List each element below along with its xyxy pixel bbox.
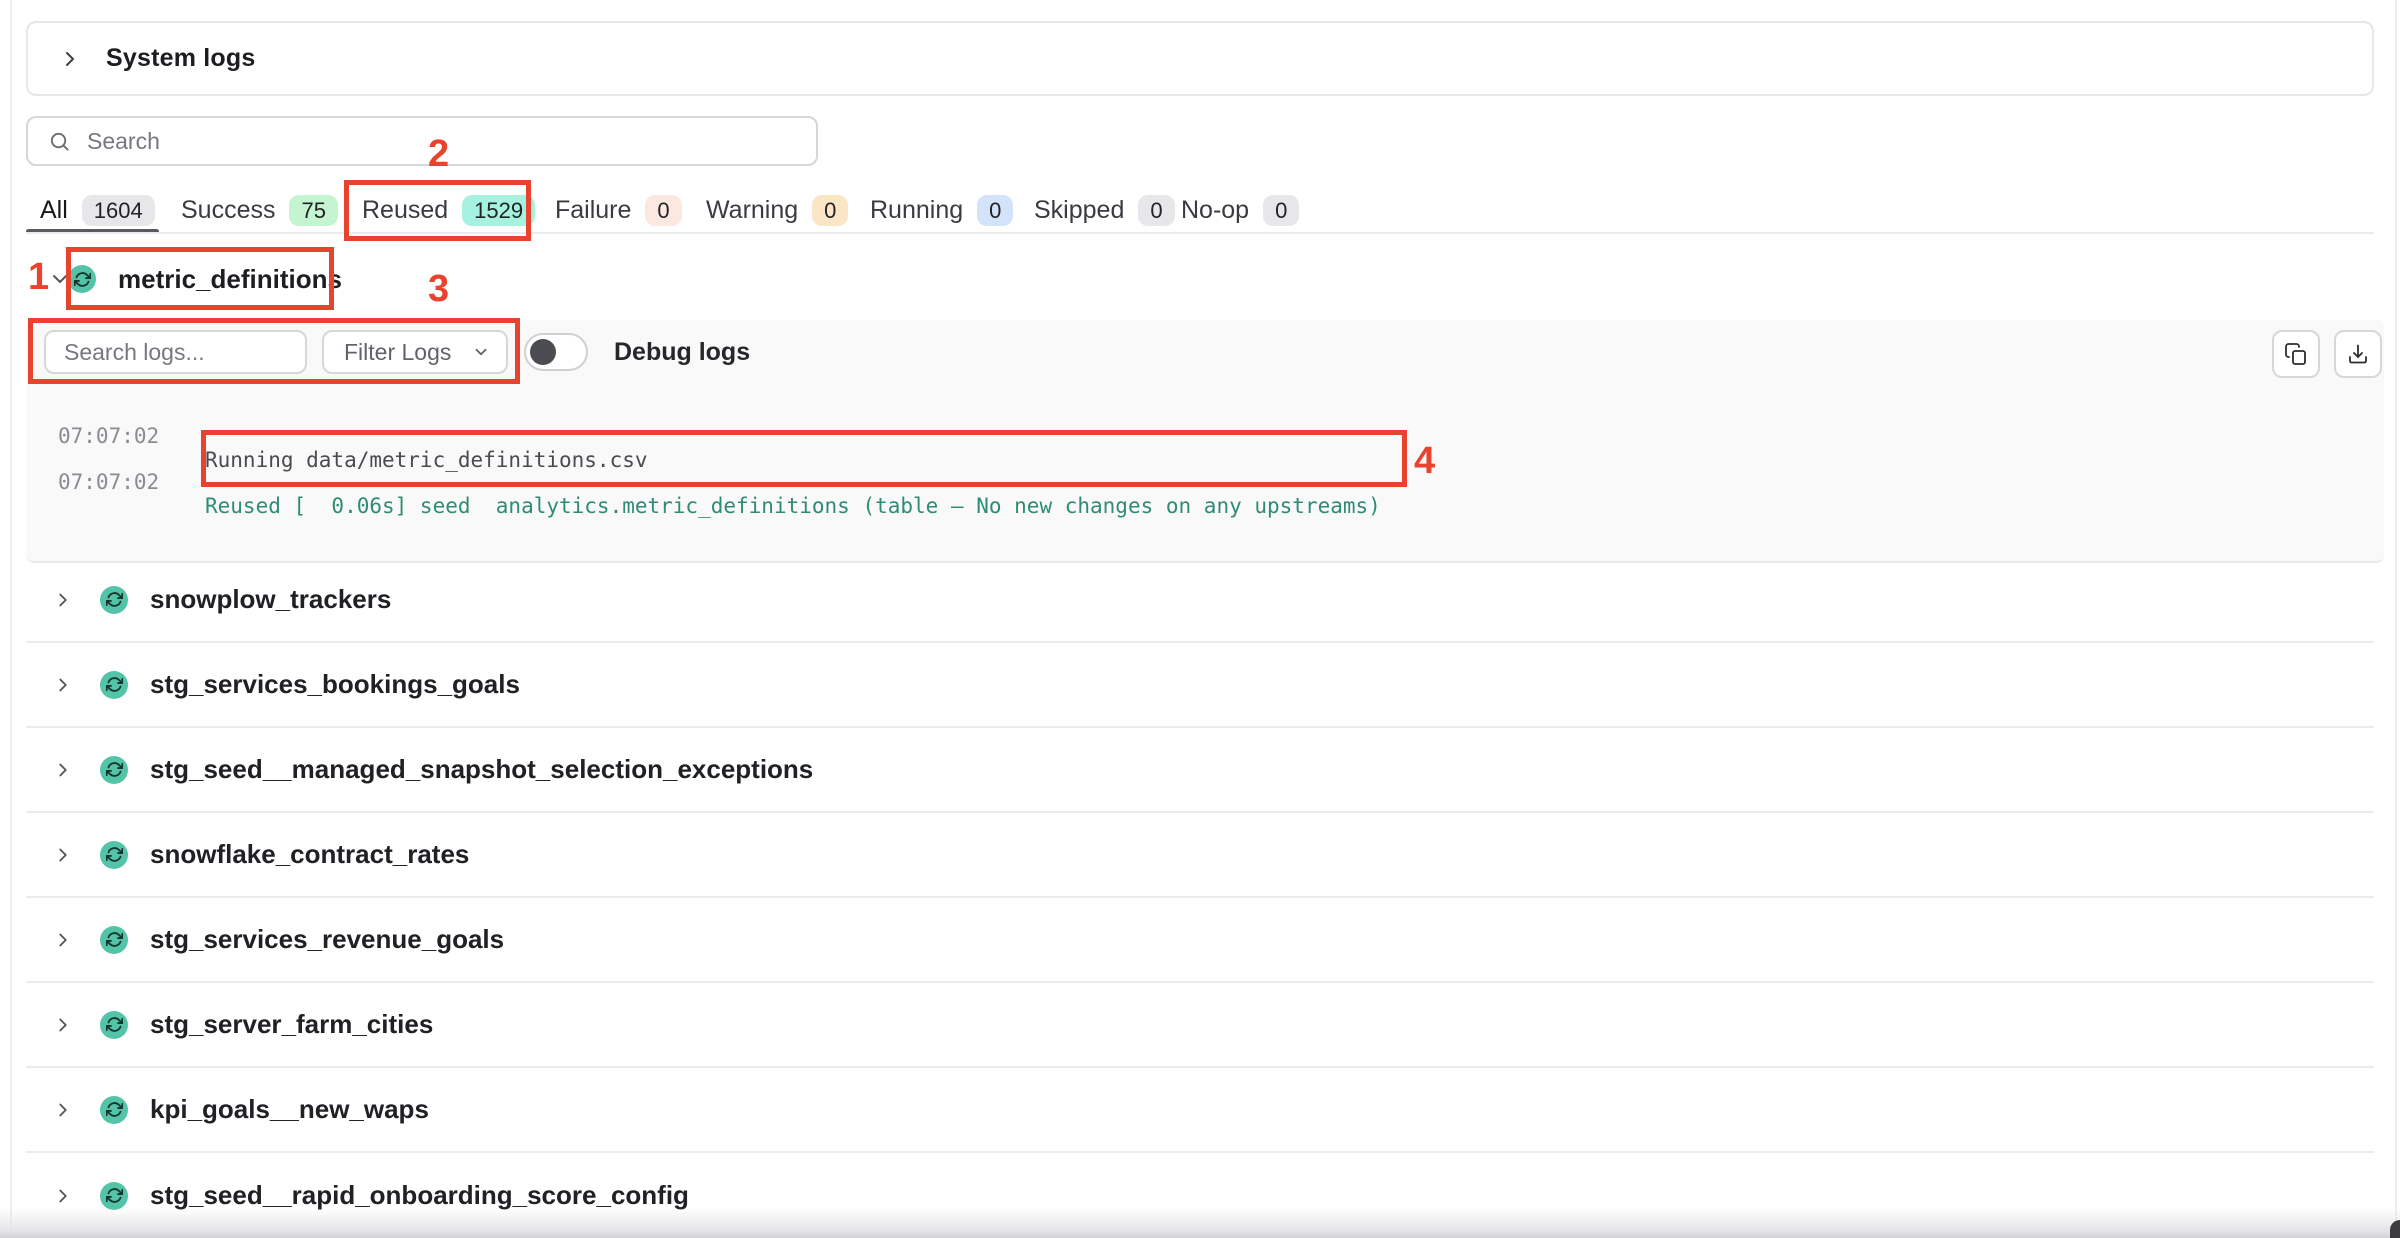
run-row-snowplow-trackers[interactable]: snowplow_trackers	[26, 558, 2374, 643]
count-badge: 0	[645, 195, 681, 226]
run-name: stg_seed__managed_snapshot_selection_exc…	[150, 754, 813, 785]
tab-skipped[interactable]: Skipped 0	[1034, 191, 1175, 229]
run-row-stg-services-revenue-goals[interactable]: stg_services_revenue_goals	[26, 898, 2374, 983]
count-badge: 0	[977, 195, 1013, 226]
tab-all[interactable]: All 1604	[40, 191, 155, 229]
run-row-stg-seed-managed-snapshot-selection-exceptions[interactable]: stg_seed__managed_snapshot_selection_exc…	[26, 728, 2374, 813]
debug-logs-label: Debug logs	[614, 338, 750, 367]
tab-failure[interactable]: Failure 0	[555, 191, 682, 229]
reused-status-icon	[100, 671, 128, 699]
copy-icon	[2284, 342, 2308, 366]
filter-logs-dropdown[interactable]: Filter Logs	[322, 330, 508, 374]
search-input[interactable]	[85, 127, 739, 156]
reused-status-icon	[100, 841, 128, 869]
run-list: snowplow_trackers stg_services_bookings_…	[0, 558, 2400, 1238]
run-name: stg_services_revenue_goals	[150, 924, 504, 955]
chevron-right-icon	[52, 759, 74, 781]
status-tabs: All 1604 Success 75 Reused 1529 Failure …	[0, 191, 2400, 233]
chevron-right-icon	[52, 1185, 74, 1207]
reused-status-icon	[100, 756, 128, 784]
reused-status-icon	[68, 265, 96, 293]
tab-success[interactable]: Success 75	[181, 191, 338, 229]
run-name: stg_server_farm_cities	[150, 1009, 433, 1040]
log-timestamp: 07:07:02	[58, 424, 159, 448]
log-search-input[interactable]	[62, 338, 286, 367]
run-name: stg_services_bookings_goals	[150, 669, 520, 700]
tab-noop[interactable]: No-op 0	[1181, 191, 1299, 229]
chevron-right-icon	[52, 1099, 74, 1121]
debug-logs-toggle[interactable]	[524, 333, 588, 371]
page-title: System logs	[106, 44, 255, 73]
count-badge: 1604	[82, 195, 155, 226]
log-timestamp: 07:07:02	[58, 470, 159, 494]
run-row-metric-definitions[interactable]: metric_definitions	[44, 258, 342, 300]
reused-status-icon	[100, 1011, 128, 1039]
download-icon	[2346, 342, 2370, 366]
tabs-divider	[26, 232, 2374, 234]
run-row-stg-seed-rapid-onboarding-score-config[interactable]: stg_seed__rapid_onboarding_score_config	[26, 1153, 2374, 1238]
tab-reused[interactable]: Reused 1529	[362, 191, 535, 229]
count-badge: 0	[1263, 195, 1299, 226]
download-logs-button[interactable]	[2334, 330, 2382, 378]
run-row-stg-server-farm-cities[interactable]: stg_server_farm_cities	[26, 983, 2374, 1068]
log-message-reused: Reused [ 0.06s] seed analytics.metric_de…	[205, 494, 1381, 518]
run-name: snowplow_trackers	[150, 584, 391, 615]
annotation-label-3: 3	[428, 268, 449, 311]
log-search-wrapper	[44, 330, 307, 374]
run-name: stg_seed__rapid_onboarding_score_config	[150, 1180, 689, 1211]
chevron-right-icon	[52, 844, 74, 866]
chevron-right-icon	[52, 674, 74, 696]
tab-warning[interactable]: Warning 0	[706, 191, 848, 229]
system-logs-header[interactable]: System logs	[26, 21, 2374, 96]
run-name: snowflake_contract_rates	[150, 839, 469, 870]
run-name: kpi_goals__new_waps	[150, 1094, 429, 1125]
log-line: 07:07:02 Reused [ 0.06s] seed analytics.…	[0, 446, 2300, 474]
run-row-stg-services-bookings-goals[interactable]: stg_services_bookings_goals	[26, 643, 2374, 728]
run-row-snowflake-contract-rates[interactable]: snowflake_contract_rates	[26, 813, 2374, 898]
reused-status-icon	[100, 1096, 128, 1124]
reused-status-icon	[100, 926, 128, 954]
tab-running[interactable]: Running 0	[870, 191, 1013, 229]
chevron-right-icon	[52, 929, 74, 951]
chevron-right-icon	[52, 589, 74, 611]
chevron-right-icon	[58, 47, 82, 71]
count-badge: 1529	[462, 195, 535, 226]
count-badge: 0	[812, 195, 848, 226]
chevron-down-icon	[472, 343, 490, 361]
run-row-kpi-goals-new-waps[interactable]: kpi_goals__new_waps	[26, 1068, 2374, 1153]
reused-status-icon	[100, 586, 128, 614]
system-logs-screen: System logs All 1604 Success 75 Reused 1…	[0, 0, 2400, 1238]
search-input-wrapper	[26, 116, 818, 166]
count-badge: 75	[289, 195, 337, 226]
search-icon	[28, 130, 71, 153]
run-name: metric_definitions	[118, 264, 342, 295]
log-line: 07:07:02 Running data/metric_definitions…	[0, 400, 2300, 428]
count-badge: 0	[1138, 195, 1174, 226]
copy-logs-button[interactable]	[2272, 330, 2320, 378]
toggle-knob	[530, 339, 556, 365]
reused-status-icon	[100, 1182, 128, 1210]
chevron-right-icon	[52, 1014, 74, 1036]
